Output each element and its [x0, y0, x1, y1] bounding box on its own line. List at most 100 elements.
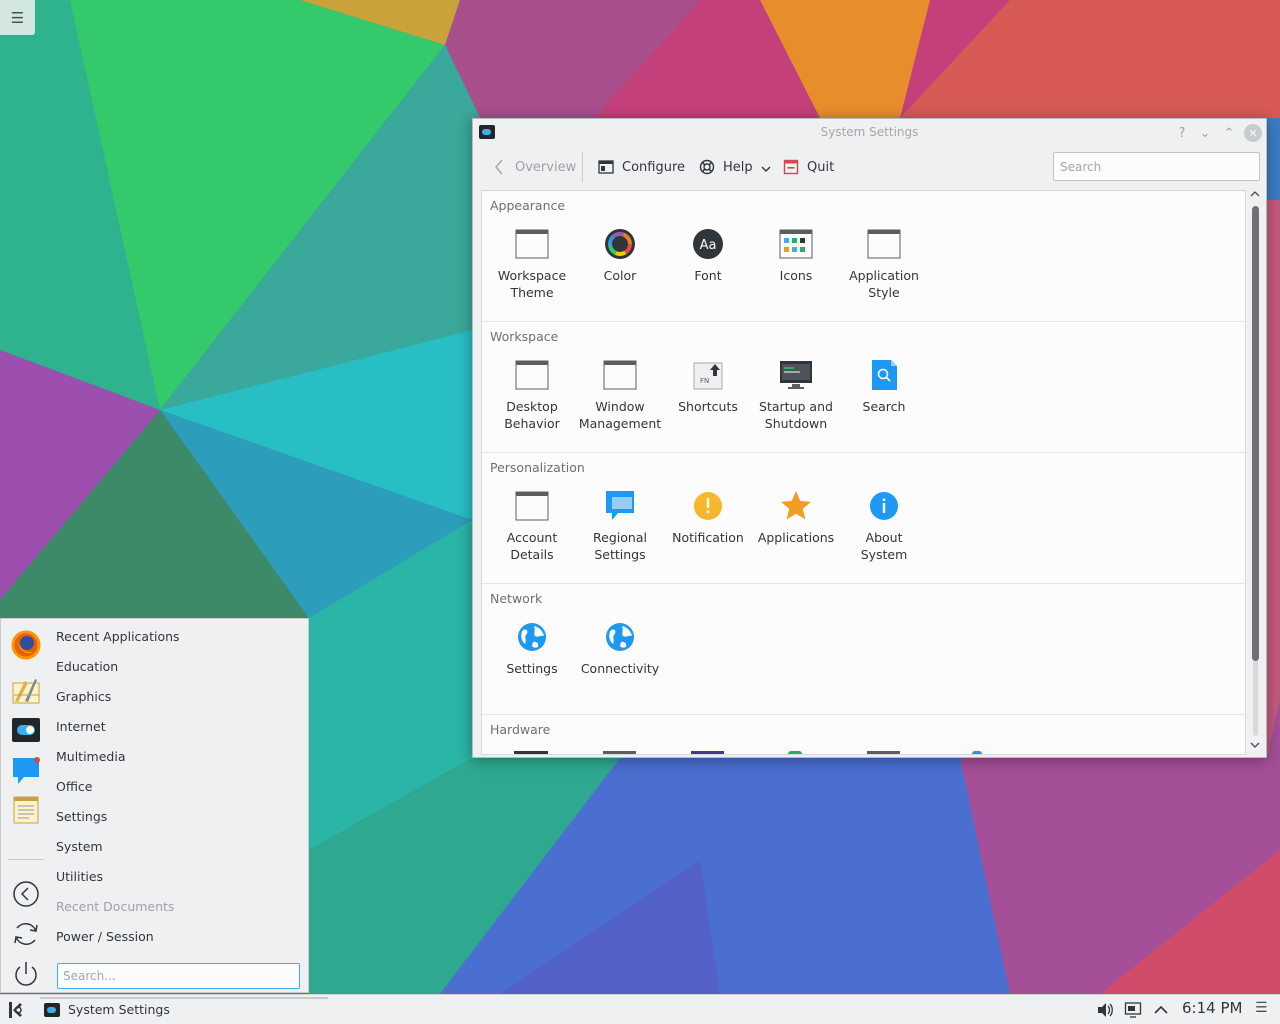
notifications-tray-icon[interactable]	[1124, 1001, 1142, 1019]
menu-item-utilities[interactable]: Utilities	[56, 867, 103, 887]
star-icon	[781, 491, 811, 520]
kde-launcher-icon[interactable]	[5, 1000, 25, 1020]
category-hardware: Hardware	[482, 715, 1245, 754]
globe-icon	[606, 623, 634, 651]
module-label-line1: Notification	[672, 530, 744, 545]
window-titlebar[interactable]: System Settings ? ⌄ ⌃ ✕	[473, 119, 1266, 146]
menu-item-recent-documents[interactable]: Recent Documents	[56, 897, 174, 917]
menu-item-graphics[interactable]: Graphics	[56, 687, 111, 707]
back-arrow-circle-icon[interactable]	[11, 879, 41, 909]
module-label-line1: Connectivity	[580, 661, 660, 676]
category-title: Network	[490, 591, 543, 606]
firefox-icon[interactable]	[11, 630, 41, 660]
help-menu-button[interactable]: Help	[699, 156, 771, 178]
category-title: Hardware	[490, 722, 551, 737]
module-label-line1: Applications	[757, 530, 835, 545]
module-application-style[interactable]: Application Style	[840, 227, 928, 301]
drawing-tools-icon[interactable]	[11, 675, 41, 705]
menu-item-office[interactable]: Office	[56, 777, 93, 797]
volume-icon[interactable]	[1096, 1001, 1114, 1019]
chat-monitor-icon	[606, 491, 634, 520]
module-shortcuts[interactable]: FN Shortcuts	[664, 358, 752, 415]
menu-item-education[interactable]: Education	[56, 657, 118, 677]
module-label-line1: Startup and	[759, 399, 833, 414]
module-connectivity[interactable]: Connectivity	[576, 620, 664, 677]
module-window-management[interactable]: Window Management	[576, 358, 664, 432]
overview-button[interactable]: Overview	[491, 156, 576, 178]
module-startup-shutdown[interactable]: Startup and Shutdown	[752, 358, 840, 432]
module-workspace-theme[interactable]: Workspace Theme	[488, 227, 576, 301]
application-launcher-menu: Recent Applications Education Graphics I…	[0, 618, 309, 993]
menu-item-power-session[interactable]: Power / Session	[56, 927, 154, 947]
scroll-thumb[interactable]	[1252, 206, 1259, 661]
desktop-toolbox-button[interactable]: ☰	[0, 0, 35, 35]
close-button[interactable]: ✕	[1244, 124, 1262, 142]
module-label-line1: Font	[694, 268, 722, 283]
module-color[interactable]: Color	[576, 227, 664, 284]
module-label-line2: Behavior	[504, 416, 560, 431]
category-title: Workspace	[490, 329, 559, 344]
text-editor-icon[interactable]	[11, 795, 41, 825]
restart-icon[interactable]	[11, 919, 41, 949]
module-label-line2: Details	[510, 547, 554, 562]
quit-label: Quit	[807, 159, 835, 175]
digital-clock[interactable]: 6:14 PM	[1182, 999, 1242, 1017]
configure-button[interactable]: Configure	[598, 156, 685, 178]
module-label-line1: Shortcuts	[678, 399, 738, 414]
launcher-favorites-sidebar	[6, 624, 46, 989]
menu-item-recent-applications[interactable]: Recent Applications	[56, 627, 180, 647]
main-toolbar: Overview Configure Help Quit	[473, 146, 1266, 188]
category-personalization: Personalization Account Details Regional…	[482, 453, 1245, 584]
module-label-line1: Color	[603, 268, 637, 283]
categories-scrollbar[interactable]	[1249, 190, 1261, 755]
help-question-icon[interactable]: ?	[1173, 124, 1191, 142]
menu-item-internet[interactable]: Internet	[56, 717, 106, 737]
hardware-module-peek	[788, 751, 802, 754]
menu-item-settings[interactable]: Settings	[56, 807, 107, 827]
warning-icon	[694, 492, 722, 520]
sidebar-separator	[8, 859, 44, 860]
module-notification[interactable]: Notification	[664, 489, 752, 546]
power-icon[interactable]	[11, 959, 41, 989]
module-regional-settings[interactable]: Regional Settings	[576, 489, 664, 563]
module-search[interactable]: Search	[840, 358, 928, 415]
window-icon	[867, 229, 901, 259]
window-icon	[515, 229, 549, 259]
module-label-line1: Settings	[506, 661, 558, 676]
module-label-line2: System	[860, 547, 908, 562]
scroll-up-arrow[interactable]	[1249, 190, 1261, 202]
menu-item-system[interactable]: System	[56, 837, 103, 857]
module-label-line2: Theme	[510, 285, 554, 300]
module-label-line2: Shutdown	[764, 416, 828, 431]
taskbar-item-system-settings[interactable]: System Settings	[44, 1002, 170, 1017]
category-appearance: Appearance Workspace Theme Color Aa Font…	[482, 191, 1245, 322]
minimize-button[interactable]: ⌄	[1196, 124, 1214, 142]
module-font[interactable]: Aa Font	[664, 227, 752, 284]
module-desktop-behavior[interactable]: Desktop Behavior	[488, 358, 576, 432]
chat-bubble-icon[interactable]	[11, 755, 41, 785]
hamburger-icon: ☰	[10, 8, 25, 27]
category-workspace: Workspace Desktop Behavior Window Manage…	[482, 322, 1245, 453]
module-label-line1: Account	[506, 530, 558, 545]
module-account-details[interactable]: Account Details	[488, 489, 576, 563]
font-icon: Aa	[693, 229, 723, 259]
hardware-module-peek	[603, 751, 636, 754]
keyboard-key-icon: FN	[693, 362, 723, 390]
icons-grid-icon	[779, 229, 813, 259]
panel-options-icon[interactable]: ☰	[1255, 1000, 1268, 1016]
module-about-system[interactable]: About System	[840, 489, 928, 563]
maximize-button[interactable]: ⌃	[1220, 124, 1238, 142]
module-label-line1: Icons	[779, 268, 813, 283]
quit-icon	[783, 159, 799, 175]
launcher-search-input[interactable]	[57, 963, 300, 989]
system-settings-icon[interactable]	[11, 715, 41, 745]
module-icons[interactable]: Icons	[752, 227, 840, 284]
task-label: System Settings	[68, 1002, 170, 1017]
module-applications[interactable]: Applications	[752, 489, 840, 546]
settings-search-input[interactable]	[1053, 152, 1260, 181]
quit-button[interactable]: Quit	[783, 156, 834, 178]
module-network-settings[interactable]: Settings	[488, 620, 576, 677]
scroll-down-arrow[interactable]	[1249, 741, 1261, 753]
chevron-up-icon[interactable]	[1152, 1001, 1170, 1019]
menu-item-multimedia[interactable]: Multimedia	[56, 747, 126, 767]
